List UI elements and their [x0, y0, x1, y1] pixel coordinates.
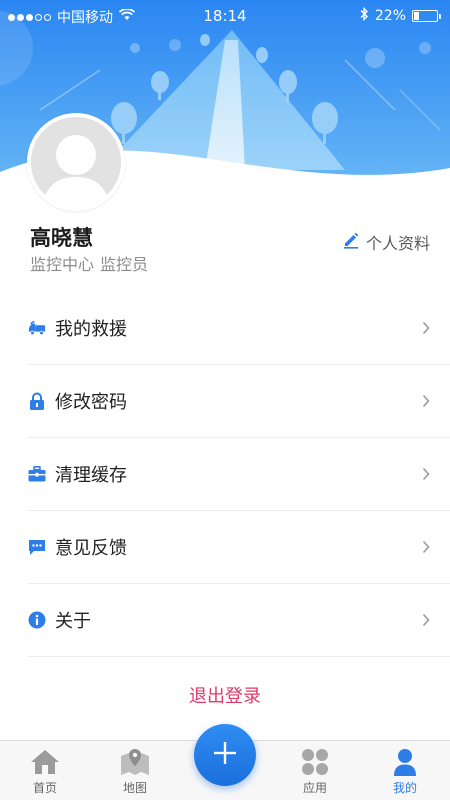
chevron-right-icon: [422, 466, 430, 485]
person-icon: [393, 747, 417, 777]
edit-profile-button[interactable]: 个人资料: [342, 230, 430, 254]
default-avatar-icon: [31, 117, 121, 207]
settings-menu: 我的救援 修改密码 清理缓存 意见反馈 关于: [0, 292, 450, 657]
menu-item-label: 修改密码: [55, 392, 127, 413]
logout-button[interactable]: 退出登录: [0, 682, 450, 708]
menu-item-my-rescue[interactable]: 我的救援: [28, 292, 450, 365]
home-icon: [30, 747, 60, 777]
menu-item-label: 清理缓存: [55, 465, 127, 486]
tab-map[interactable]: 地图: [90, 741, 180, 800]
tab-apps[interactable]: 应用: [270, 741, 360, 800]
lock-icon: [28, 392, 46, 410]
pencil-icon: [342, 231, 360, 253]
chevron-right-icon: [422, 320, 430, 339]
menu-item-label: 我的救援: [55, 319, 127, 340]
tab-mine[interactable]: 我的: [360, 741, 450, 800]
battery-percent: 22%: [374, 8, 406, 24]
chat-bubble-icon: [28, 538, 46, 556]
menu-item-label: 关于: [55, 611, 91, 632]
info-icon: [28, 611, 46, 629]
map-icon: [120, 747, 150, 777]
chevron-right-icon: [422, 612, 430, 631]
tab-label: 地图: [122, 781, 147, 795]
profile-role: 监控员: [100, 255, 149, 274]
profile-subtitle: 监控中心 监控员: [30, 251, 148, 275]
add-button[interactable]: [194, 724, 256, 786]
bluetooth-icon: [359, 6, 369, 25]
apps-icon: [301, 747, 329, 777]
menu-item-about[interactable]: 关于: [28, 584, 450, 657]
briefcase-icon: [28, 465, 46, 483]
chevron-right-icon: [422, 393, 430, 412]
plus-icon: [212, 740, 238, 770]
tab-home[interactable]: 首页: [0, 741, 90, 800]
profile-department: 监控中心: [30, 255, 95, 274]
avatar[interactable]: [27, 113, 125, 211]
profile-name: 高晓慧: [30, 226, 93, 250]
menu-item-feedback[interactable]: 意见反馈: [28, 511, 450, 584]
edit-profile-label: 个人资料: [365, 234, 430, 253]
tab-label: 我的: [392, 781, 417, 795]
status-bar: 中国移动 18:14 22%: [0, 0, 450, 32]
menu-item-clear-cache[interactable]: 清理缓存: [28, 438, 450, 511]
tow-truck-icon: [28, 319, 46, 337]
tab-label: 首页: [32, 781, 57, 795]
menu-item-change-password[interactable]: 修改密码: [28, 365, 450, 438]
battery-icon: [412, 10, 441, 22]
tab-label: 应用: [302, 781, 327, 795]
menu-item-label: 意见反馈: [55, 538, 127, 559]
chevron-right-icon: [422, 539, 430, 558]
